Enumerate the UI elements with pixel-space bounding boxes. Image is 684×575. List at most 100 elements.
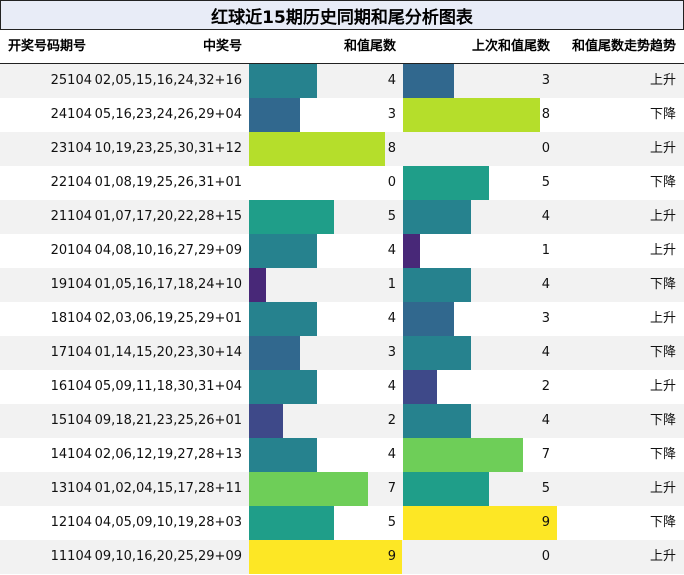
tail-value: 4 — [387, 447, 396, 462]
table-row: 21104 01,07,17,20,22,28+15 5 4 上升 — [0, 200, 684, 234]
header-numbers: 中奖号 — [202, 39, 242, 54]
tail-bar — [249, 132, 385, 166]
table-row: 20104 04,08,10,16,27,29+09 4 1 上升 — [0, 234, 684, 268]
numbers-cell: 10,19,23,25,30,31+12 — [94, 141, 242, 156]
trend-cell: 下降 — [649, 447, 676, 462]
prev-tail-bar — [403, 370, 437, 404]
issue-cell: 12104 — [50, 515, 92, 530]
tail-value: 4 — [387, 311, 396, 326]
prev-tail-value: 8 — [541, 107, 550, 122]
prev-tail-value: 4 — [541, 209, 550, 224]
tail-bar — [249, 98, 300, 132]
issue-cell: 20104 — [50, 243, 92, 258]
issue-cell: 18104 — [50, 311, 92, 326]
trend-cell: 下降 — [649, 107, 676, 122]
prev-tail-value: 2 — [541, 379, 550, 394]
prev-tail-value: 0 — [541, 549, 550, 564]
tail-value: 8 — [387, 141, 396, 156]
issue-cell: 13104 — [50, 481, 92, 496]
numbers-cell: 05,09,11,18,30,31+04 — [94, 379, 242, 394]
issue-cell: 17104 — [50, 345, 92, 360]
prev-tail-bar — [403, 64, 454, 98]
numbers-cell: 04,05,09,10,19,28+03 — [94, 515, 242, 530]
tail-value: 9 — [387, 549, 396, 564]
prev-tail-value: 3 — [541, 73, 550, 88]
tail-value: 2 — [387, 413, 396, 428]
trend-cell: 上升 — [649, 311, 676, 326]
tail-value: 5 — [387, 515, 396, 530]
header-trend: 和值尾数走势趋势 — [571, 39, 676, 54]
issue-cell: 25104 — [50, 73, 92, 88]
prev-tail-value: 0 — [541, 141, 550, 156]
prev-tail-value: 9 — [541, 515, 550, 530]
tail-bar — [249, 302, 317, 336]
table-row: 13104 01,02,04,15,17,28+11 7 5 上升 — [0, 472, 684, 506]
chart-title: 红球近15期历史同期和尾分析图表 — [0, 0, 684, 30]
prev-tail-value: 3 — [541, 311, 550, 326]
prev-tail-bar — [403, 472, 489, 506]
trend-cell: 下降 — [649, 277, 676, 292]
trend-cell: 上升 — [649, 379, 676, 394]
tail-value: 3 — [387, 107, 396, 122]
trend-cell: 下降 — [649, 175, 676, 190]
prev-tail-value: 4 — [541, 345, 550, 360]
prev-tail-bar — [403, 166, 489, 200]
tail-value: 1 — [387, 277, 396, 292]
tail-bar — [249, 540, 402, 574]
tail-value: 5 — [387, 209, 396, 224]
header-tail: 和值尾数 — [343, 39, 396, 54]
prev-tail-bar — [403, 268, 471, 302]
numbers-cell: 02,05,15,16,24,32+16 — [94, 73, 242, 88]
issue-cell: 11104 — [50, 549, 92, 564]
table-row: 17104 01,14,15,20,23,30+14 3 4 下降 — [0, 336, 684, 370]
table-row: 16104 05,09,11,18,30,31+04 4 2 上升 — [0, 370, 684, 404]
numbers-cell: 01,07,17,20,22,28+15 — [94, 209, 242, 224]
prev-tail-bar — [403, 200, 471, 234]
tail-bar — [249, 200, 334, 234]
prev-tail-bar — [403, 438, 523, 472]
tail-value: 4 — [387, 379, 396, 394]
header-prev-tail: 上次和值尾数 — [471, 39, 550, 54]
issue-cell: 21104 — [50, 209, 92, 224]
prev-tail-value: 7 — [541, 447, 550, 462]
chart-root: 红球近15期历史同期和尾分析图表 开奖号码期号 中奖号 和值尾数 上次和值尾数 … — [0, 0, 684, 575]
prev-tail-bar — [403, 506, 557, 540]
tail-bar — [249, 472, 368, 506]
tail-bar — [249, 404, 283, 438]
table-body: 25104 02,05,15,16,24,32+16 4 3 上升 24104 05,16,… — [0, 64, 684, 574]
numbers-cell: 01,14,15,20,23,30+14 — [94, 345, 242, 360]
tail-bar — [249, 438, 317, 472]
prev-tail-value: 4 — [541, 277, 550, 292]
table-row: 11104 09,10,16,20,25,29+09 9 0 上升 — [0, 540, 684, 574]
tail-value: 3 — [387, 345, 396, 360]
trend-cell: 上升 — [649, 209, 676, 224]
trend-cell: 上升 — [649, 141, 676, 156]
issue-cell: 22104 — [50, 175, 92, 190]
table-row: 22104 01,08,19,25,26,31+01 0 5 下降 — [0, 166, 684, 200]
issue-cell: 23104 — [50, 141, 92, 156]
table-row: 18104 02,03,06,19,25,29+01 4 3 上升 — [0, 302, 684, 336]
prev-tail-value: 5 — [541, 481, 550, 496]
numbers-cell: 02,03,06,19,25,29+01 — [94, 311, 242, 326]
table-row: 19104 01,05,16,17,18,24+10 1 4 下降 — [0, 268, 684, 302]
trend-cell: 下降 — [649, 345, 676, 360]
prev-tail-bar — [403, 234, 420, 268]
numbers-cell: 05,16,23,24,26,29+04 — [94, 107, 242, 122]
table-row: 25104 02,05,15,16,24,32+16 4 3 上升 — [0, 64, 684, 98]
trend-cell: 上升 — [649, 481, 676, 496]
numbers-cell: 01,05,16,17,18,24+10 — [94, 277, 242, 292]
issue-cell: 14104 — [50, 447, 92, 462]
prev-tail-bar — [403, 302, 454, 336]
prev-tail-value: 4 — [541, 413, 550, 428]
prev-tail-bar — [403, 404, 471, 438]
trend-cell: 上升 — [649, 243, 676, 258]
trend-cell: 上升 — [649, 73, 676, 88]
tail-bar — [249, 370, 317, 404]
tail-bar — [249, 64, 317, 98]
tail-value: 4 — [387, 73, 396, 88]
tail-value: 4 — [387, 243, 396, 258]
numbers-cell: 04,08,10,16,27,29+09 — [94, 243, 242, 258]
prev-tail-value: 1 — [541, 243, 550, 258]
trend-cell: 下降 — [649, 515, 676, 530]
issue-cell: 16104 — [50, 379, 92, 394]
